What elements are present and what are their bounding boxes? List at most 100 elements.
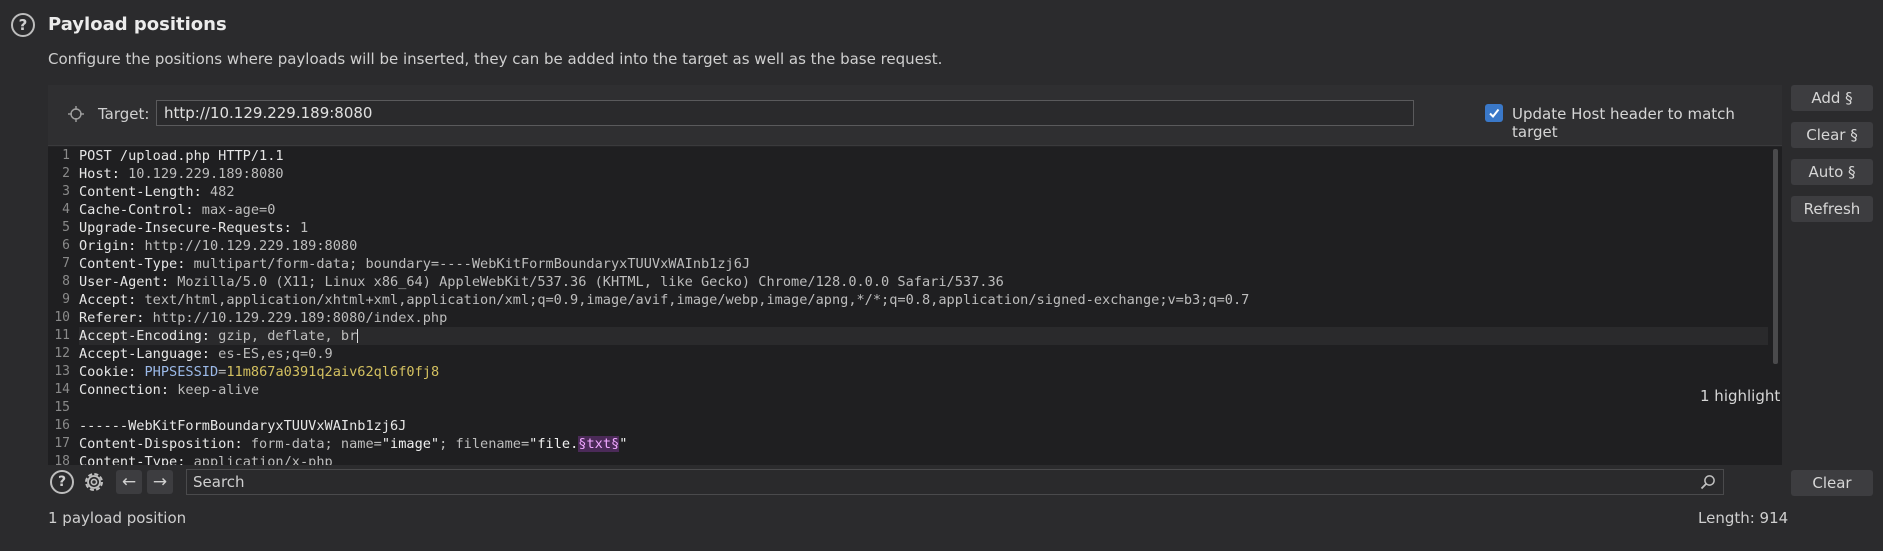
code-line-active: Accept-Encoding: gzip, deflate, br bbox=[79, 327, 1768, 345]
line-number: 6 bbox=[62, 238, 70, 253]
quoted-string: "image" bbox=[381, 436, 440, 452]
line-number: 3 bbox=[62, 184, 70, 199]
cookie-value: 11m867a0391q2aiv62ql6f0fj8 bbox=[226, 364, 440, 380]
line-number: 10 bbox=[54, 310, 70, 325]
header-key: Upgrade-Insecure-Requests: bbox=[79, 220, 292, 236]
header-value: http://10.129.229.189:8080 bbox=[136, 238, 358, 254]
line-number: 1 bbox=[62, 148, 70, 163]
header-value: gzip, deflate, br bbox=[209, 328, 358, 344]
line-number: 17 bbox=[54, 436, 70, 451]
header-value: application/x-php bbox=[185, 454, 333, 465]
code-line: Accept: text/html,application/xhtml+xml,… bbox=[79, 291, 1768, 309]
code-line: POST /upload.php HTTP/1.1 bbox=[79, 147, 1768, 165]
line-number: 2 bbox=[62, 166, 70, 181]
payload-positions-panel: Target: http://10.129.229.189:8080 Updat… bbox=[48, 85, 1782, 497]
payload-position-marker[interactable]: §txt§ bbox=[578, 436, 620, 452]
request-editor[interactable]: 1 2 3 4 5 6 7 8 9 10 11 12 13 14 15 16 1… bbox=[48, 147, 1782, 465]
request-line: POST /upload.php HTTP/1.1 bbox=[79, 148, 284, 164]
line-number: 16 bbox=[54, 418, 70, 433]
target-bar: Target: http://10.129.229.189:8080 Updat… bbox=[48, 85, 1782, 146]
header-key: Accept: bbox=[79, 292, 137, 308]
header-key: Accept-Encoding: bbox=[79, 328, 210, 344]
update-host-label[interactable]: Update Host header to match target bbox=[1512, 105, 1782, 141]
line-number: 8 bbox=[62, 274, 70, 289]
gear-icon[interactable] bbox=[81, 469, 107, 495]
update-host-checkbox[interactable] bbox=[1485, 104, 1503, 122]
code-line: Host: 10.129.229.189:8080 bbox=[79, 165, 1768, 183]
header-value: form-data; name= bbox=[242, 436, 382, 452]
header-key: Content-Disposition: bbox=[79, 436, 243, 452]
header-key: User-Agent: bbox=[79, 274, 170, 290]
code-line: Upgrade-Insecure-Requests: 1 bbox=[79, 219, 1768, 237]
code-line: Content-Type: multipart/form-data; bound… bbox=[79, 255, 1768, 273]
page-description: Configure the positions where payloads w… bbox=[48, 50, 943, 68]
header-value: 482 bbox=[201, 184, 235, 200]
editor-scrollbar[interactable] bbox=[1773, 149, 1778, 364]
page-title: Payload positions bbox=[48, 14, 227, 35]
header-key: Cookie: bbox=[79, 364, 137, 380]
line-number: 5 bbox=[62, 220, 70, 235]
request-code[interactable]: POST /upload.php HTTP/1.1 Host: 10.129.2… bbox=[79, 147, 1768, 465]
header-key: Origin: bbox=[79, 238, 137, 254]
line-number: 4 bbox=[62, 202, 70, 217]
header-key: Host: bbox=[79, 166, 120, 182]
arrow-right-icon: → bbox=[152, 472, 168, 492]
header-value: max-age=0 bbox=[193, 202, 276, 218]
checkmark-icon bbox=[1489, 108, 1500, 119]
header-key: Content-Type: bbox=[79, 256, 186, 272]
refresh-button[interactable]: Refresh bbox=[1791, 196, 1873, 222]
line-number: 7 bbox=[62, 256, 70, 271]
add-marker-button[interactable]: Add § bbox=[1791, 85, 1873, 111]
header-value: text/html,application/xhtml+xml,applicat… bbox=[136, 292, 1250, 308]
header-key: Accept-Language: bbox=[79, 346, 210, 362]
code-line: Content-Type: application/x-php bbox=[79, 453, 1768, 465]
search-input[interactable]: Search bbox=[186, 469, 1724, 495]
header-value: 1 bbox=[291, 220, 309, 236]
code-line: Origin: http://10.129.229.189:8080 bbox=[79, 237, 1768, 255]
search-bar: ? ← → Search bbox=[48, 465, 1782, 497]
header-key: Cache-Control: bbox=[79, 202, 194, 218]
header-value: Mozilla/5.0 (X11; Linux x86_64) AppleWeb… bbox=[169, 274, 1004, 290]
clear-search-button[interactable]: Clear bbox=[1791, 470, 1873, 496]
next-match-button[interactable]: → bbox=[147, 470, 173, 494]
code-line: Accept-Language: es-ES,es;q=0.9 bbox=[79, 345, 1768, 363]
header-key: Connection: bbox=[79, 382, 170, 398]
boundary-line: ------WebKitFormBoundaryxTUUVxWAInb1zj6J bbox=[79, 418, 407, 434]
arrow-left-icon: ← bbox=[121, 472, 137, 492]
request-length: Length: 914 bbox=[1698, 509, 1789, 527]
code-line: Cookie: PHPSESSID=11m867a0391q2aiv62ql6f… bbox=[79, 363, 1768, 381]
line-number: 14 bbox=[54, 382, 70, 397]
code-line: ------WebKitFormBoundaryxTUUVxWAInb1zj6J bbox=[79, 417, 1768, 435]
line-number: 13 bbox=[54, 364, 70, 379]
target-url-input[interactable]: http://10.129.229.189:8080 bbox=[156, 100, 1414, 126]
header-value: multipart/form-data; boundary=----WebKit… bbox=[185, 256, 751, 272]
header-key: Referer: bbox=[79, 310, 145, 326]
target-label: Target: bbox=[98, 105, 150, 123]
header-value: es-ES,es;q=0.9 bbox=[209, 346, 333, 362]
header-key: Content-Length: bbox=[79, 184, 202, 200]
clear-markers-button[interactable]: Clear § bbox=[1791, 122, 1873, 148]
header-key: Content-Type: bbox=[79, 454, 186, 465]
quoted-string: " bbox=[619, 436, 628, 452]
code-line: Referer: http://10.129.229.189:8080/inde… bbox=[79, 309, 1768, 327]
payload-position-count: 1 payload position bbox=[48, 509, 187, 527]
auto-marker-button[interactable]: Auto § bbox=[1791, 159, 1873, 185]
search-icon[interactable] bbox=[1700, 474, 1716, 490]
line-number: 11 bbox=[54, 328, 70, 343]
help-icon[interactable]: ? bbox=[50, 470, 74, 494]
text-cursor bbox=[357, 329, 359, 343]
header-value: 10.129.229.189:8080 bbox=[119, 166, 284, 182]
code-line: Content-Disposition: form-data; name="im… bbox=[79, 435, 1768, 453]
help-icon[interactable]: ? bbox=[11, 13, 35, 37]
header-value: http://10.129.229.189:8080/index.php bbox=[144, 310, 448, 326]
header-value: ; filename= bbox=[439, 436, 530, 452]
previous-match-button[interactable]: ← bbox=[116, 470, 142, 494]
line-number: 9 bbox=[62, 292, 70, 307]
code-line: Cache-Control: max-age=0 bbox=[79, 201, 1768, 219]
code-line: Connection: keep-alive bbox=[79, 381, 1768, 399]
line-number: 12 bbox=[54, 346, 70, 361]
code-line: Content-Length: 482 bbox=[79, 183, 1768, 201]
quoted-string: "file. bbox=[529, 436, 579, 452]
line-number: 15 bbox=[54, 400, 70, 415]
